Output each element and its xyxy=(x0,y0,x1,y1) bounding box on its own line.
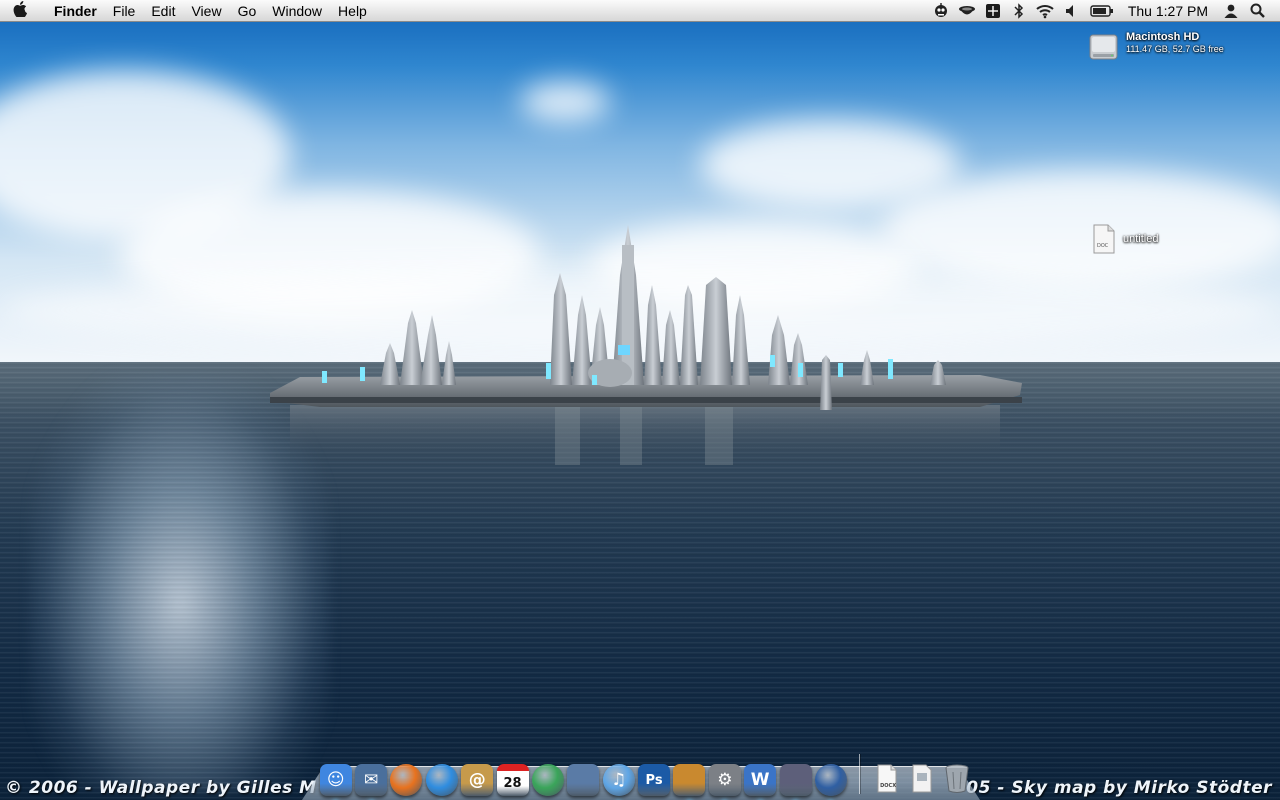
dock-item-image-capture[interactable] xyxy=(673,764,706,796)
docx-label: DOCX xyxy=(880,782,897,789)
desktop-icon-untitled[interactable]: DOC untitled xyxy=(1092,224,1158,254)
dock-slot-itunes: ♫ xyxy=(601,764,636,796)
trash-icon xyxy=(944,764,970,796)
dock-item-safari[interactable] xyxy=(425,764,458,796)
photoshop-icon: Ps xyxy=(645,772,663,788)
dock-item-finder[interactable]: ☺ xyxy=(319,764,352,796)
doc-badge: DOC xyxy=(1097,243,1109,249)
file-name: untitled xyxy=(1123,233,1159,245)
dock-item-adium[interactable] xyxy=(814,764,847,796)
dock-item-word[interactable]: W xyxy=(744,764,777,796)
menu-bar: Finder File Edit View Go Window Help Thu… xyxy=(0,0,1280,22)
dock-item-docx-stack[interactable]: DOCX xyxy=(872,764,902,796)
coffee-cup-icon[interactable] xyxy=(954,0,980,22)
dock-item-address-book[interactable]: @ xyxy=(461,764,494,796)
gear-switch-icon: ⚙ xyxy=(717,770,733,790)
menu-edit[interactable]: Edit xyxy=(143,0,183,22)
dock-slot-image-capture xyxy=(672,764,707,796)
menu-help[interactable]: Help xyxy=(330,0,375,22)
address-book-icon: @ xyxy=(468,770,486,790)
dock-slot-system-preferences: ⚙ xyxy=(707,764,742,796)
apple-menu[interactable] xyxy=(0,0,40,22)
dock-slot-safari xyxy=(424,764,459,796)
dock-item-photoshop[interactable]: Ps xyxy=(638,764,671,796)
menu-view[interactable]: View xyxy=(183,0,229,22)
dock-slot-adium xyxy=(813,764,848,796)
drive-capacity: 111.47 GB, 52.7 GB free xyxy=(1126,44,1224,54)
hard-drive-icon xyxy=(1088,31,1119,67)
dock-slot-ical: 28 xyxy=(495,764,530,796)
menu-clock[interactable]: Thu 1:27 PM xyxy=(1120,3,1218,19)
mail-stamp-icon: ✉ xyxy=(363,770,379,790)
dock-item-messenger[interactable] xyxy=(531,764,564,796)
menu-file[interactable]: File xyxy=(105,0,144,22)
floating-city-illustration xyxy=(270,225,1022,465)
dock-slot-mail-app: ✉ xyxy=(353,764,388,796)
dock-slot-address-book: @ xyxy=(460,764,495,796)
dock-slot-messenger xyxy=(530,764,565,796)
menu-extras: Thu 1:27 PM xyxy=(928,0,1280,22)
dock-slot-iphoto xyxy=(566,764,601,796)
dock-item-ical[interactable]: 28 xyxy=(496,764,529,796)
dock-item-mail-app[interactable]: ✉ xyxy=(355,764,388,796)
dock-item-script-editor[interactable] xyxy=(779,764,812,796)
dock-slot-word: W xyxy=(743,764,778,796)
docx-document-icon: DOCX xyxy=(875,764,899,796)
itunes-icon: ♫ xyxy=(611,770,627,790)
dock-slot-script-editor xyxy=(778,764,813,796)
user-icon[interactable] xyxy=(1218,0,1244,22)
wallpaper-credit-left: © 2006 - Wallpaper by Gilles M xyxy=(5,778,317,798)
volume-icon[interactable] xyxy=(1058,0,1084,22)
document-stack-icon xyxy=(910,764,934,796)
menu-window[interactable]: Window xyxy=(264,0,330,22)
calendar-icon: 28 xyxy=(503,776,522,791)
dock-item-trash[interactable] xyxy=(942,764,972,796)
battery-icon[interactable] xyxy=(1084,0,1120,22)
apple-logo-icon xyxy=(13,1,27,20)
wallpaper-credit-right: 05 - Sky map by Mirko Stödter xyxy=(966,778,1272,798)
finder-icon: ☺ xyxy=(326,770,345,790)
drive-name: Macintosh HD xyxy=(1126,31,1200,43)
dock-item-system-preferences[interactable]: ⚙ xyxy=(708,764,741,796)
dock-separator xyxy=(858,754,860,794)
document-icon: DOC xyxy=(1092,224,1116,254)
menu-app-finder[interactable]: Finder xyxy=(40,0,105,22)
dock-slot-finder: ☺ xyxy=(318,764,353,796)
wifi-icon[interactable] xyxy=(1032,0,1058,22)
desktop-wallpaper: © 2006 - Wallpaper by Gilles M 05 - Sky … xyxy=(0,0,1280,800)
bluetooth-icon[interactable] xyxy=(1006,0,1032,22)
spaces-icon[interactable] xyxy=(980,0,1006,22)
dock-item-iphoto[interactable] xyxy=(567,764,600,796)
dock-item-downloads-stack[interactable] xyxy=(907,764,937,796)
dock-slot-firefox xyxy=(389,764,424,796)
magnifier-icon[interactable] xyxy=(1244,0,1270,22)
robot-icon[interactable] xyxy=(928,0,954,22)
dock-item-firefox[interactable] xyxy=(390,764,423,796)
dock: ☺ ✉ @28 ♫ Ps ⚙ W DOCX xyxy=(318,752,975,796)
desktop-icon-macintosh-hd[interactable]: Macintosh HD 111.47 GB, 52.7 GB free xyxy=(1088,31,1224,67)
menu-go[interactable]: Go xyxy=(230,0,265,22)
dock-item-itunes[interactable]: ♫ xyxy=(602,764,635,796)
word-icon: W xyxy=(750,770,770,790)
dock-slot-photoshop: Ps xyxy=(636,764,671,796)
